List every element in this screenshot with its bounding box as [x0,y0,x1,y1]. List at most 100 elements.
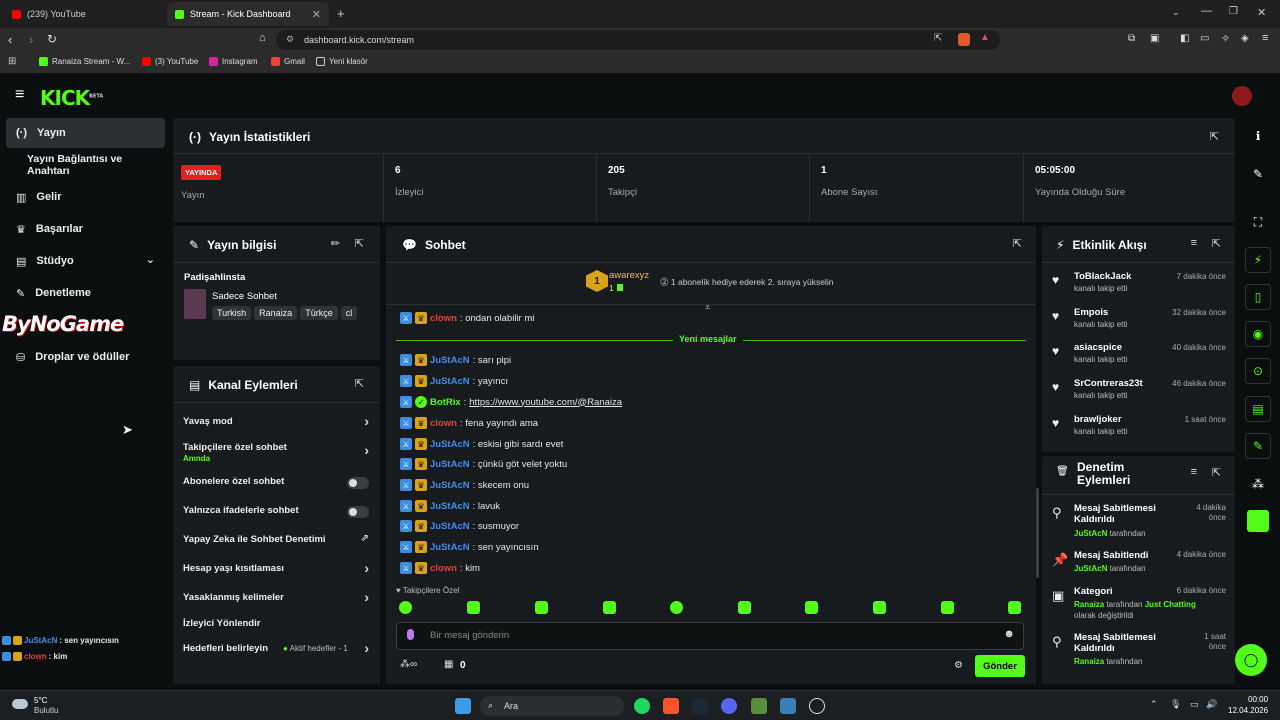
brave-shield-icon[interactable] [958,33,970,46]
goals-row[interactable]: Hedefleri belirleyin ● Aktif hedefler - … [183,640,369,667]
edit-pencil-icon[interactable]: ✎ [1245,161,1271,187]
wrench-icon[interactable]: ✎ [1245,433,1271,459]
bookmark-gmail[interactable]: Gmail [271,57,305,66]
close-window-button[interactable]: ✕ [1257,6,1266,19]
microphone-icon[interactable]: 🎙 [1170,699,1181,710]
emote-icon[interactable] [399,601,412,614]
bookmark-ranaiza[interactable]: Ranaiza Stream - W... [39,57,130,66]
site-info-icon[interactable]: ⚙ [286,34,294,45]
emote-icon[interactable] [738,601,751,614]
tray-chevron-icon[interactable]: ⌃ [1150,699,1158,710]
screenshot-icon[interactable]: ▣ [1150,33,1159,44]
chat-message[interactable]: ⚔ ♛ JuStAcN: sarı pipi [400,352,511,368]
tag-chip[interactable]: Turkish [212,306,252,320]
leo-icon[interactable]: ✧ [1221,32,1230,45]
chat-message[interactable]: ⚔ ♛ JuStAcN: çünkü göt velet yoktu [400,456,567,472]
support-chat-icon[interactable]: ◯ [1235,644,1267,676]
rewards-icon[interactable]: ▲ [980,32,990,43]
share-icon[interactable]: ⇱ [934,33,942,44]
chat-username[interactable]: JuStAcN [430,439,470,450]
filter-icon[interactable]: ≡ [1191,237,1197,249]
emote-icon[interactable] [467,601,480,614]
avatar[interactable] [1232,86,1252,106]
chat-username[interactable]: clown [430,418,457,429]
sidebar-item-basarilar[interactable]: ♛ Başarılar [6,214,165,244]
activity-event[interactable]: ♥ ToBlackJack kanalı takip etti 7 dakika… [1052,271,1226,305]
document-icon[interactable]: ▯ [1245,284,1271,310]
chat-message[interactable]: ⚔ ♛ clown: fena yayındı ama [400,415,538,431]
tab-kick-dashboard[interactable]: Stream - Kick Dashboard ✕ [167,2,329,26]
chat-username[interactable]: JuStAcN [430,501,470,512]
chat-message[interactable]: ⚔ ✓ BotRix: https://www.youtube.com/@Ranai… [400,394,622,410]
chat-link[interactable]: https://www.youtube.com/@Ranaiza [469,397,622,408]
chat-username[interactable]: clown [430,313,457,324]
mod-action-item[interactable]: 📌 Mesaj Sabitlendi JuStAcN tarafından 4 … [1052,550,1226,580]
url-field[interactable]: ⚙ dashboard.kick.com/stream ⇱ ▲ [276,30,1000,50]
chat-input[interactable]: Bir mesaj gönderin ☻ [396,622,1024,650]
volume-icon[interactable]: 🔊 [1206,699,1217,710]
chat-message[interactable]: ⚔ ♛ clown: kim [400,560,480,576]
apps-grid-icon[interactable]: ⊞ [8,56,16,67]
tag-chip[interactable]: Ranaiza [254,306,298,320]
sidebar-item-studyo[interactable]: ▤ Stüdyo ⌄ [6,246,165,276]
chat-username[interactable]: JuStAcN [430,480,470,491]
chat-message[interactable]: ⚔ ♛ clown: ondan olabilir mi [400,310,534,326]
emoji-icon[interactable]: ☻ [1003,628,1015,640]
popout-icon[interactable]: ⇱ [1210,130,1219,143]
sidebar-item-yayin[interactable]: (·) Yayın [6,118,165,148]
popout-icon[interactable]: ⇱ [1212,466,1221,479]
emote-icon[interactable] [603,601,616,614]
emote-icon[interactable] [941,601,954,614]
back-icon[interactable]: ‹ [8,32,12,47]
chevron-down-icon[interactable]: ⌄ [146,253,155,266]
close-tab-icon[interactable]: ✕ [312,8,321,21]
focus-icon[interactable]: ⛶ [1245,209,1271,235]
chat-username[interactable]: JuStAcN [430,355,470,366]
scroll-to-bottom-icon[interactable]: ⩡ [705,302,710,313]
broadcast-icon[interactable]: ⊙ [1245,358,1271,384]
chat-message[interactable]: ⚔ ♛ JuStAcN: susmuyor [400,518,519,534]
tab-list-icon[interactable]: ⌄ [1172,7,1180,18]
bookmark-youtube[interactable]: (3) YouTube [142,57,198,66]
bookmark-instagram[interactable]: Instagram [209,57,258,66]
sidebar-item-droplar[interactable]: ⛁ Droplar ve ödüller [6,342,165,372]
chat-message[interactable]: ⚔ ♛ JuStAcN: eskisi gibi sardı evet [400,436,563,452]
emote-icon[interactable] [535,601,548,614]
reload-icon[interactable]: ↻ [47,32,57,46]
obs-icon[interactable] [809,698,825,714]
emote-only-row[interactable]: Yalnızca ifadelerle sohbet [183,505,369,529]
activity-event[interactable]: ♥ Empois kanalı takip etti 32 dakika önc… [1052,307,1226,341]
bookmark-folder[interactable]: Yeni klasör [316,57,368,66]
mod-action-item[interactable]: ▣ Kategori Ranaiza tarafından Just Chatt… [1052,586,1226,626]
minecraft-icon[interactable] [751,698,767,714]
tab-youtube[interactable]: (239) YouTube [4,2,164,26]
game-app-icon[interactable] [780,698,796,714]
tag-chip[interactable]: cl [340,306,358,320]
brave-icon[interactable] [663,698,679,714]
emote-icon[interactable] [670,601,683,614]
emote-icon[interactable] [1008,601,1021,614]
info-icon[interactable]: ℹ [1245,123,1271,149]
add-widget-icon[interactable] [1245,508,1271,534]
microphone-icon[interactable] [407,629,414,640]
sidebar-icon[interactable]: ◧ [1180,33,1189,44]
new-tab-button[interactable]: + [337,6,345,21]
forward-icon[interactable]: › [29,32,33,47]
sidebar-item-denetleme[interactable]: ✎ Denetleme [6,278,165,308]
popout-icon[interactable]: ⇱ [1013,237,1022,250]
network-icon[interactable]: ▭ [1190,699,1199,710]
ai-moderation-row[interactable]: Yapay Zeka ile Sohbet Denetimi ⇗ [183,533,369,558]
raid-row[interactable]: İzleyici Yönlendir [183,618,369,642]
chat-message[interactable]: ⚔ ♛ JuStAcN: yayıncı [400,373,508,389]
chat-username[interactable]: JuStAcN [430,542,470,553]
slow-mode-row[interactable]: Yavaş mod › [183,413,369,440]
followers-only-row[interactable]: Takipçilere özel sohbet Anında › [183,442,369,466]
minimize-button[interactable]: — [1201,5,1212,17]
popout-icon[interactable]: ⇱ [1212,237,1221,250]
filter-icon[interactable]: ≡ [1191,466,1197,478]
chat-username[interactable]: BotRix [430,397,461,408]
lightning-icon[interactable]: ⚡ [1245,247,1271,273]
maximize-button[interactable]: ❐ [1229,6,1238,17]
menu-icon[interactable]: ≡ [1262,32,1268,44]
chat-username[interactable]: clown [430,563,457,574]
